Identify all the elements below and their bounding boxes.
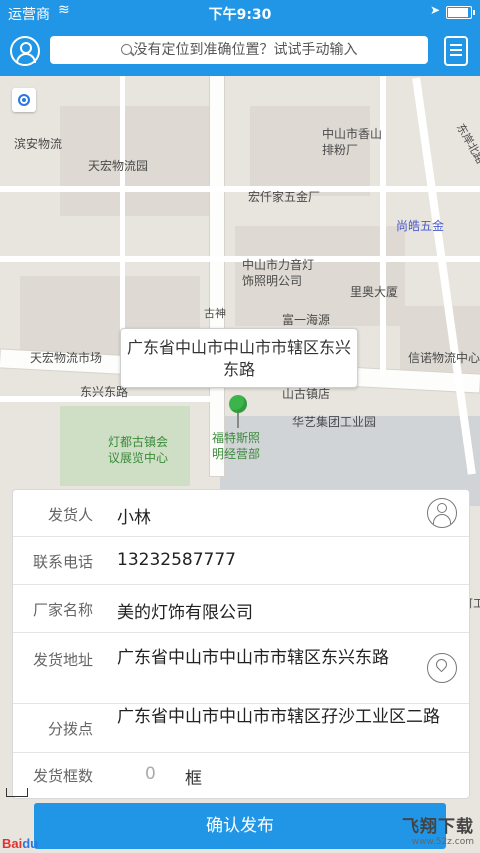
phone-label: 联系电话 xyxy=(32,553,93,571)
watermark: 飞翔下载 www.52z.com xyxy=(402,812,474,847)
address-search-input[interactable]: 没有定位到准确位置？试试手动输入 xyxy=(50,36,428,64)
search-icon xyxy=(120,44,132,55)
form-row-phone: 联系电话 13232587777 xyxy=(13,537,469,585)
contact-icon-body xyxy=(433,514,451,524)
user-icon-body xyxy=(16,53,36,63)
map-road xyxy=(210,76,224,476)
watermark-url: www.52z.com xyxy=(411,837,474,847)
shipment-form: 发货人 小林 联系电话 13232587777 厂家名称 美的灯饰有限公司 发货… xyxy=(12,489,470,799)
address-callout: 广东省中山市中山市市辖区东兴东路 xyxy=(120,328,358,388)
locate-me-button[interactable] xyxy=(12,88,36,112)
branch-label: 分拨点 xyxy=(47,720,93,738)
map-poi: 富一海源 xyxy=(282,313,331,327)
list-icon-line xyxy=(450,49,462,51)
form-row-branch: 分拨点 广东省中山市中山市市辖区孖沙工业区二路 xyxy=(13,704,469,753)
contact-picker-icon[interactable] xyxy=(427,498,457,528)
boxes-input[interactable]: 0 xyxy=(145,764,156,784)
factory-input[interactable]: 美的灯饰有限公司 xyxy=(117,598,253,623)
status-bar: 运营商 ≋ 下午9:30 ➤ xyxy=(0,0,480,24)
list-icon-line xyxy=(450,44,462,46)
location-picker-icon[interactable] xyxy=(427,653,457,683)
address-label: 发货地址 xyxy=(32,651,93,669)
form-row-factory: 厂家名称 美的灯饰有限公司 xyxy=(13,585,469,633)
map-road xyxy=(120,76,125,346)
phone-input[interactable]: 13232587777 xyxy=(117,550,236,570)
form-row-boxes: 发货框数 0 框 xyxy=(13,753,469,797)
branch-input[interactable]: 广东省中山市中山市市辖区孖沙工业区二路 xyxy=(117,706,461,728)
map-poi: 天宏物流园 xyxy=(88,159,149,173)
map-poi: 滨安物流 xyxy=(14,137,63,151)
contact-icon-head xyxy=(437,503,447,513)
address-input[interactable]: 广东省中山市中山市市辖区东兴东路 xyxy=(117,647,461,669)
map-poi: 宏仟家五金厂 xyxy=(248,190,321,204)
map-street-label: 古神 xyxy=(204,307,226,320)
status-time: 下午9:30 xyxy=(208,7,272,23)
map-poi: 天宏物流市场 xyxy=(30,351,103,365)
orders-list-button[interactable] xyxy=(444,36,468,66)
map-poi: 福特斯照明经营部 xyxy=(212,431,261,461)
search-placeholder: 没有定位到准确位置？试试手动输入 xyxy=(133,42,358,58)
location-pin-icon[interactable] xyxy=(229,395,247,413)
baidu-map-logo: Baidu xyxy=(2,836,39,851)
map-street-label: 东岸北路 xyxy=(453,121,480,167)
map-poi: 信诺物流中心 xyxy=(408,351,480,365)
factory-label: 厂家名称 xyxy=(32,601,93,619)
confirm-publish-button[interactable]: 确认发布 xyxy=(34,803,446,849)
map-road xyxy=(380,76,386,376)
boxes-label: 发货框数 xyxy=(32,767,93,785)
boxes-unit: 框 xyxy=(185,769,202,789)
location-icon-pin xyxy=(433,656,450,673)
map-poi: 灯都古镇会议展览中心 xyxy=(108,435,169,465)
watermark-title: 飞翔下载 xyxy=(402,817,474,837)
map-road xyxy=(0,186,480,192)
map-poi: 华艺集团工业园 xyxy=(292,415,377,429)
map-poi: 山古镇店 xyxy=(282,387,331,401)
pin-stem xyxy=(237,412,239,428)
top-bar: 没有定位到准确位置？试试手动输入 xyxy=(0,24,480,76)
battery-icon xyxy=(446,6,475,19)
map-scale-bar xyxy=(6,788,28,797)
shipper-input[interactable]: 小林 xyxy=(117,503,151,528)
form-row-shipper: 发货人 小林 xyxy=(13,490,469,537)
shipper-label: 发货人 xyxy=(47,506,93,524)
map-poi: 尚皓五金 xyxy=(396,219,445,233)
form-row-address: 发货地址 广东省中山市中山市市辖区东兴东路 xyxy=(13,633,469,704)
map-road xyxy=(0,256,480,262)
map-poi: 里奥大厦 xyxy=(350,285,399,299)
profile-button[interactable] xyxy=(10,36,40,66)
location-arrow-icon: ➤ xyxy=(429,3,440,17)
map-poi: 中山市香山排粉厂 xyxy=(322,127,383,157)
list-icon-line xyxy=(450,54,462,56)
map-poi: 中山市力音灯饰照明公司 xyxy=(242,258,315,288)
